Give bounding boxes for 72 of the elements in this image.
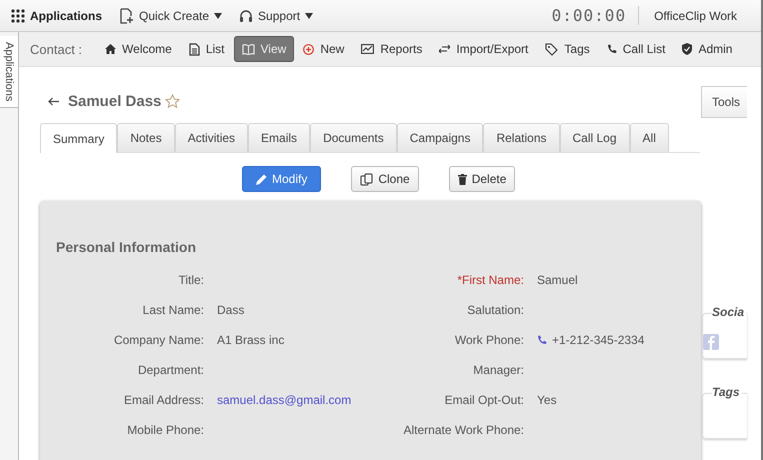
field-label: Company Name:	[112, 333, 204, 347]
trash-icon	[458, 174, 467, 184]
tab[interactable]: Summary	[40, 123, 118, 153]
shield-icon	[682, 43, 692, 55]
field-label: Email Opt-Out:	[444, 393, 524, 407]
action-button[interactable]: Modify	[242, 166, 322, 192]
nav-item[interactable]: Admin	[674, 36, 740, 62]
pencil-icon	[256, 174, 267, 184]
headset-icon	[239, 8, 254, 22]
plus-circle-icon	[303, 44, 314, 54]
phone-icon	[537, 335, 547, 345]
top-menu[interactable]: Support	[239, 8, 314, 22]
nav-item[interactable]: Call List	[598, 36, 674, 62]
book-icon	[242, 44, 255, 54]
chart-icon	[361, 44, 374, 54]
field-label: Title:	[177, 273, 204, 287]
nav-item[interactable]: View	[234, 36, 294, 62]
copy-icon	[360, 172, 374, 186]
tab[interactable]: Notes	[117, 123, 175, 152]
grid-icon	[11, 8, 25, 22]
caret-icon	[214, 12, 222, 18]
tools-button[interactable]: Tools	[701, 86, 747, 118]
field-value: Yes	[537, 393, 557, 407]
field-label: Alternate Work Phone:	[402, 423, 524, 437]
field-label: Last Name:	[142, 303, 204, 317]
nav-item[interactable]: Welcome	[97, 36, 180, 62]
contact-name: Samuel Dass	[68, 92, 162, 110]
document-plus-icon	[119, 8, 134, 24]
nav-item[interactable]: Import/Export	[431, 36, 536, 62]
tab[interactable]: All	[630, 123, 669, 152]
timer: 0:00:00	[552, 6, 640, 25]
product-name: OfficeClip Work	[653, 8, 738, 22]
document-icon	[188, 42, 200, 56]
back-arrow-icon[interactable]	[48, 96, 59, 106]
swap-arrows-icon	[439, 45, 450, 53]
social-icon[interactable]	[703, 334, 719, 350]
field-label: Salutation:	[466, 303, 524, 317]
applications-menu[interactable]: Applications	[11, 8, 102, 22]
field-label: Mobile Phone:	[126, 423, 204, 437]
tab[interactable]: Documents	[310, 123, 397, 152]
panel-title: Socia	[712, 305, 746, 319]
tab[interactable]: Activities	[174, 123, 248, 152]
field-label: Email Address:	[122, 393, 204, 407]
field-label: Department:	[136, 363, 204, 377]
nav-item[interactable]: Reports	[353, 36, 430, 62]
panel-title: Tags	[712, 385, 742, 399]
action-button[interactable]: Clone	[351, 166, 419, 192]
tab[interactable]: Relations	[483, 123, 560, 152]
star-icon[interactable]	[165, 94, 180, 108]
field-label: Work Phone:	[454, 333, 524, 347]
section-title: Personal Information	[56, 239, 198, 255]
nav-item[interactable]: New	[295, 36, 352, 62]
tab[interactable]: Call Log	[560, 123, 630, 152]
caret-icon	[305, 12, 314, 18]
side-tab[interactable]: Applications	[0, 36, 18, 108]
nav-item[interactable]: List	[180, 36, 233, 62]
top-menu[interactable]: Quick Create	[119, 8, 222, 24]
field-value: Samuel	[537, 273, 578, 287]
field-value: Dass	[217, 303, 244, 317]
field-label: Manager:	[472, 363, 524, 377]
field-label: *First Name:	[456, 273, 524, 287]
email-link[interactable]: samuel.dass@gmail.com	[217, 393, 352, 407]
phone-icon	[606, 44, 617, 54]
tab[interactable]: Emails	[248, 123, 310, 152]
field-value: A1 Brass inc	[217, 333, 284, 347]
home-icon	[105, 44, 116, 54]
nav-item[interactable]: Tags	[537, 36, 598, 62]
action-button[interactable]: Delete	[448, 166, 516, 192]
tab[interactable]: Campaigns	[396, 123, 484, 152]
tag-icon	[545, 42, 558, 56]
section-label: Contact :	[30, 42, 82, 56]
field-value: +1-212-345-2334	[552, 333, 644, 347]
